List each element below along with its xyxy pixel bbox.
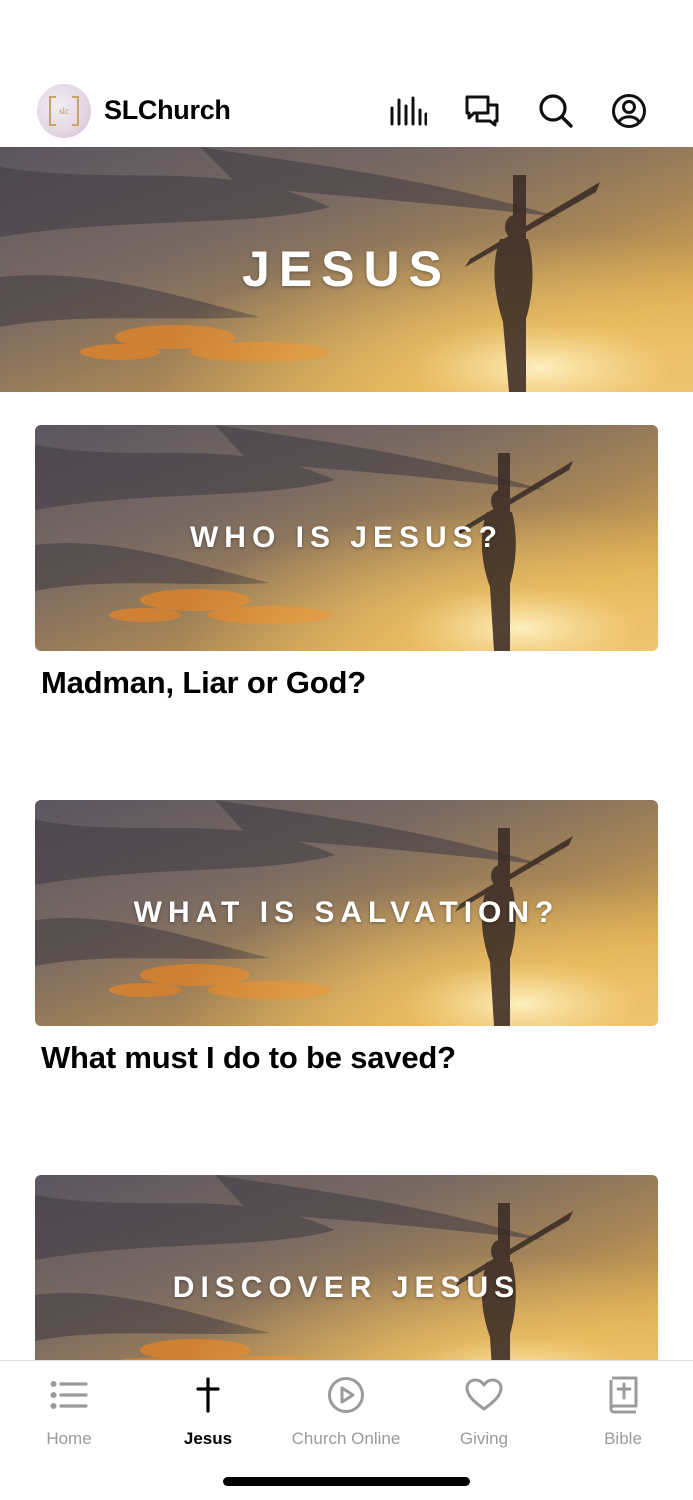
content-card[interactable]: WHO IS JESUS? Madman, Liar or God?: [35, 425, 658, 701]
tab-label: Church Online: [291, 1429, 401, 1448]
app-header: slc SLChurch: [0, 80, 693, 146]
tab-label: Bible: [604, 1429, 642, 1448]
tab-bible[interactable]: Bible: [554, 1361, 692, 1451]
tab-label: Home: [46, 1429, 92, 1448]
tab-label: Jesus: [183, 1429, 233, 1448]
account-icon[interactable]: [610, 92, 648, 130]
tab-label: Giving: [459, 1429, 509, 1448]
hero-banner: JESUS: [0, 147, 693, 392]
tab-home[interactable]: Home: [0, 1361, 138, 1451]
tab-giving[interactable]: Giving: [415, 1361, 553, 1451]
card-banner[interactable]: WHO IS JESUS?: [35, 425, 658, 651]
bars-chart-icon[interactable]: [389, 92, 427, 130]
logo-mark: slc: [49, 96, 79, 126]
app-title: SLChurch: [104, 95, 231, 125]
card-banner[interactable]: WHAT IS SALVATION?: [35, 800, 658, 1026]
chat-bubbles-icon[interactable]: [463, 92, 501, 130]
content-card[interactable]: WHAT IS SALVATION? What must I do to be …: [35, 800, 658, 1076]
card-title[interactable]: What must I do to be saved?: [41, 1040, 658, 1076]
card-title[interactable]: Madman, Liar or God?: [41, 665, 658, 701]
card-banner-text: WHO IS JESUS?: [189, 521, 504, 554]
cross-icon: [188, 1375, 228, 1415]
card-banner-text: WHAT IS SALVATION?: [133, 896, 560, 929]
church-logo[interactable]: slc: [37, 84, 91, 138]
logo-text: slc: [59, 106, 69, 116]
play-circle-icon: [326, 1375, 366, 1415]
logo-bracket-right: [72, 96, 79, 126]
list-icon: [49, 1375, 89, 1415]
search-icon[interactable]: [537, 92, 575, 130]
home-indicator: [223, 1477, 470, 1486]
logo-bracket-left: [49, 96, 56, 126]
bible-icon: [603, 1375, 643, 1415]
hero-title: JESUS: [242, 240, 451, 297]
tab-jesus[interactable]: Jesus: [139, 1361, 277, 1451]
heart-icon: [464, 1375, 504, 1415]
tab-church-online[interactable]: Church Online: [277, 1361, 415, 1451]
